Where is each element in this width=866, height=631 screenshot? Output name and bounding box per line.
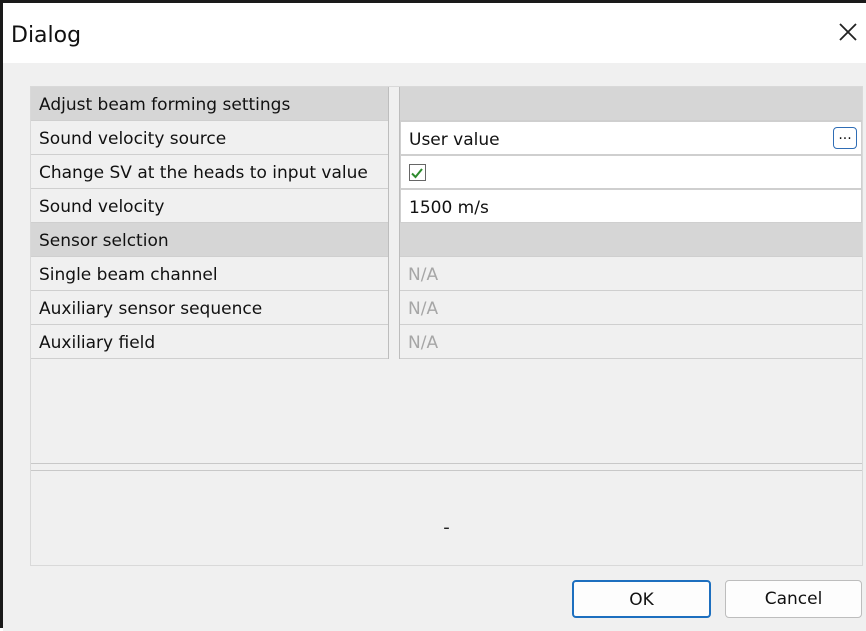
property-grid: Adjust beam forming settings Sound veloc…: [30, 86, 863, 566]
auxiliary-sensor-sequence-value: N/A: [400, 291, 862, 325]
property-label: Change SV at the heads to input value: [31, 155, 388, 189]
sound-velocity-field[interactable]: 1500 m/s: [400, 189, 862, 223]
single-beam-channel-value: N/A: [400, 257, 862, 291]
change-sv-field[interactable]: [400, 155, 862, 189]
column-splitter[interactable]: [388, 223, 400, 257]
dialog-window: Dialog Adjust beam forming settings Soun…: [0, 0, 866, 631]
column-splitter[interactable]: [388, 325, 400, 359]
category-row-beam-forming: Adjust beam forming settings: [31, 87, 862, 121]
property-label: Sound velocity: [31, 189, 388, 223]
property-row-single-beam-channel[interactable]: Single beam channel N/A: [31, 257, 862, 291]
dialog-title: Dialog: [11, 23, 82, 48]
property-row-sound-velocity[interactable]: Sound velocity 1500 m/s: [31, 189, 862, 223]
description-text: -: [443, 517, 450, 538]
property-label: Sound velocity source: [31, 121, 388, 155]
property-label: Auxiliary field: [31, 325, 388, 359]
title-bar: Dialog: [3, 3, 866, 63]
description-panel: -: [31, 471, 862, 565]
column-splitter[interactable]: [388, 291, 400, 325]
property-label: Auxiliary sensor sequence: [31, 291, 388, 325]
cancel-button[interactable]: Cancel: [725, 580, 862, 618]
category-label: Sensor selction: [31, 223, 388, 257]
ellipsis-button[interactable]: ...: [833, 127, 857, 149]
column-splitter[interactable]: [388, 257, 400, 291]
description-splitter[interactable]: [31, 463, 862, 471]
property-row-sound-velocity-source[interactable]: Sound velocity source User value ...: [31, 121, 862, 155]
dialog-body: Adjust beam forming settings Sound veloc…: [3, 63, 866, 631]
column-splitter[interactable]: [388, 121, 400, 155]
category-value: [400, 223, 862, 257]
property-row-change-sv[interactable]: Change SV at the heads to input value: [31, 155, 862, 189]
column-splitter[interactable]: [388, 155, 400, 189]
property-row-auxiliary-field[interactable]: Auxiliary field N/A: [31, 325, 862, 359]
column-splitter[interactable]: [388, 87, 400, 121]
change-sv-checkbox[interactable]: [409, 164, 426, 181]
category-value: [400, 87, 862, 121]
checkmark-icon: [411, 168, 423, 179]
sound-velocity-source-value: User value: [409, 130, 500, 150]
category-label: Adjust beam forming settings: [31, 87, 388, 121]
property-row-auxiliary-sensor-sequence[interactable]: Auxiliary sensor sequence N/A: [31, 291, 862, 325]
category-row-sensor-selection: Sensor selction: [31, 223, 862, 257]
sound-velocity-source-field[interactable]: User value ...: [400, 121, 862, 155]
ok-button[interactable]: OK: [572, 580, 711, 618]
column-splitter[interactable]: [388, 189, 400, 223]
auxiliary-field-value: N/A: [400, 325, 862, 359]
property-label: Single beam channel: [31, 257, 388, 291]
close-icon[interactable]: [833, 17, 863, 47]
